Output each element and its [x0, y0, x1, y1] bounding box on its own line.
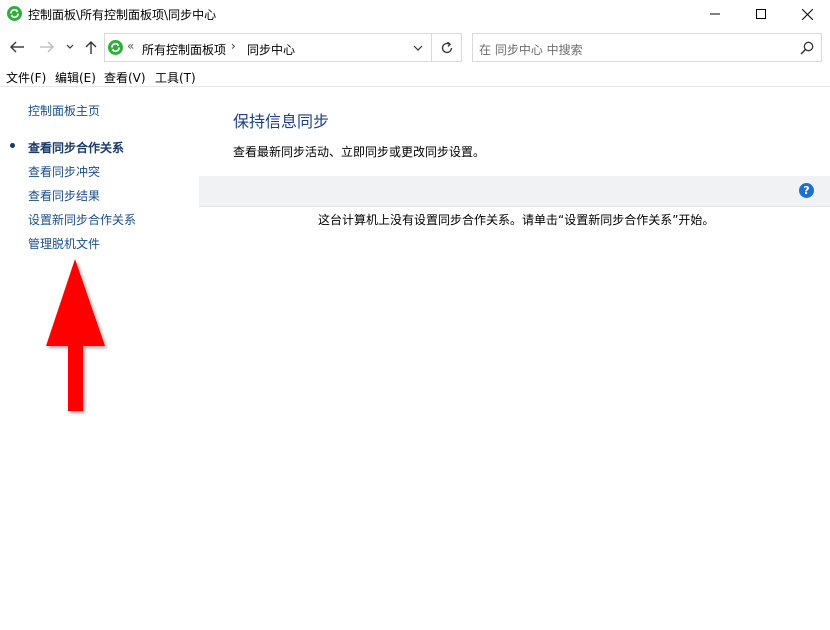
page-description: 查看最新同步活动、立即同步或更改同步设置。	[233, 145, 486, 159]
window-title: 控制面板\所有控制面板项\同步中心	[28, 8, 217, 22]
link-view-sync-partnerships[interactable]: 查看同步合作关系	[28, 139, 124, 156]
menu-tools[interactable]: 工具(T)	[155, 69, 196, 86]
back-arrow-icon	[10, 41, 24, 53]
link-view-sync-conflicts[interactable]: 查看同步冲突	[28, 163, 100, 180]
forward-arrow-icon	[40, 41, 54, 53]
up-arrow-icon	[85, 40, 97, 54]
back-button[interactable]	[6, 36, 28, 58]
search-box[interactable]: 在 同步中心 中搜索	[472, 33, 822, 62]
link-view-sync-results[interactable]: 查看同步结果	[28, 187, 100, 204]
close-button[interactable]	[784, 0, 830, 28]
close-icon	[801, 8, 813, 20]
minimize-button[interactable]	[692, 0, 738, 28]
search-icon[interactable]	[799, 40, 815, 56]
partnership-toolbar: ?	[199, 176, 830, 207]
link-set-up-new-partnership[interactable]: 设置新同步合作关系	[28, 211, 136, 228]
recent-locations-button[interactable]	[63, 36, 77, 58]
refresh-button[interactable]	[431, 34, 462, 61]
title-bar: 控制面板\所有控制面板项\同步中心	[0, 0, 830, 28]
address-bar[interactable]: « 所有控制面板项 › 同步中心	[104, 33, 462, 62]
refresh-icon	[441, 41, 453, 53]
up-button[interactable]	[82, 36, 100, 58]
maximize-icon	[756, 9, 766, 19]
link-control-panel-home[interactable]: 控制面板主页	[28, 102, 100, 119]
minimize-icon	[710, 13, 720, 15]
red-arrow-annotation	[46, 259, 105, 411]
breadcrumb-sync-center[interactable]: 同步中心	[247, 41, 295, 58]
breadcrumb-separator[interactable]: ›	[231, 39, 236, 53]
menu-bar: 文件(F) 编辑(E) 查看(V) 工具(T)	[0, 66, 830, 86]
sync-center-icon	[108, 40, 123, 55]
sync-center-icon	[7, 6, 22, 21]
breadcrumb-all-control-panel-items[interactable]: 所有控制面板项	[142, 41, 226, 58]
chevron-down-icon	[413, 45, 423, 51]
navigation-bar: « 所有控制面板项 › 同步中心 在 同步中心 中搜索	[0, 30, 830, 64]
chevron-down-icon	[66, 44, 74, 49]
page-title: 保持信息同步	[233, 112, 330, 131]
empty-partnerships-message: 这台计算机上没有设置同步合作关系。请单击“设置新同步合作关系”开始。	[318, 213, 715, 227]
menu-view[interactable]: 查看(V)	[104, 69, 146, 86]
address-overflow[interactable]: «	[127, 39, 134, 53]
link-manage-offline-files[interactable]: 管理脱机文件	[28, 235, 100, 252]
current-item-bullet	[10, 143, 15, 148]
forward-button[interactable]	[36, 36, 58, 58]
maximize-button[interactable]	[738, 0, 784, 28]
address-dropdown-button[interactable]	[405, 34, 431, 61]
menu-file[interactable]: 文件(F)	[6, 69, 46, 86]
search-input[interactable]: 在 同步中心 中搜索	[479, 41, 583, 58]
help-icon[interactable]: ?	[799, 183, 814, 198]
menu-edit[interactable]: 编辑(E)	[55, 69, 96, 86]
